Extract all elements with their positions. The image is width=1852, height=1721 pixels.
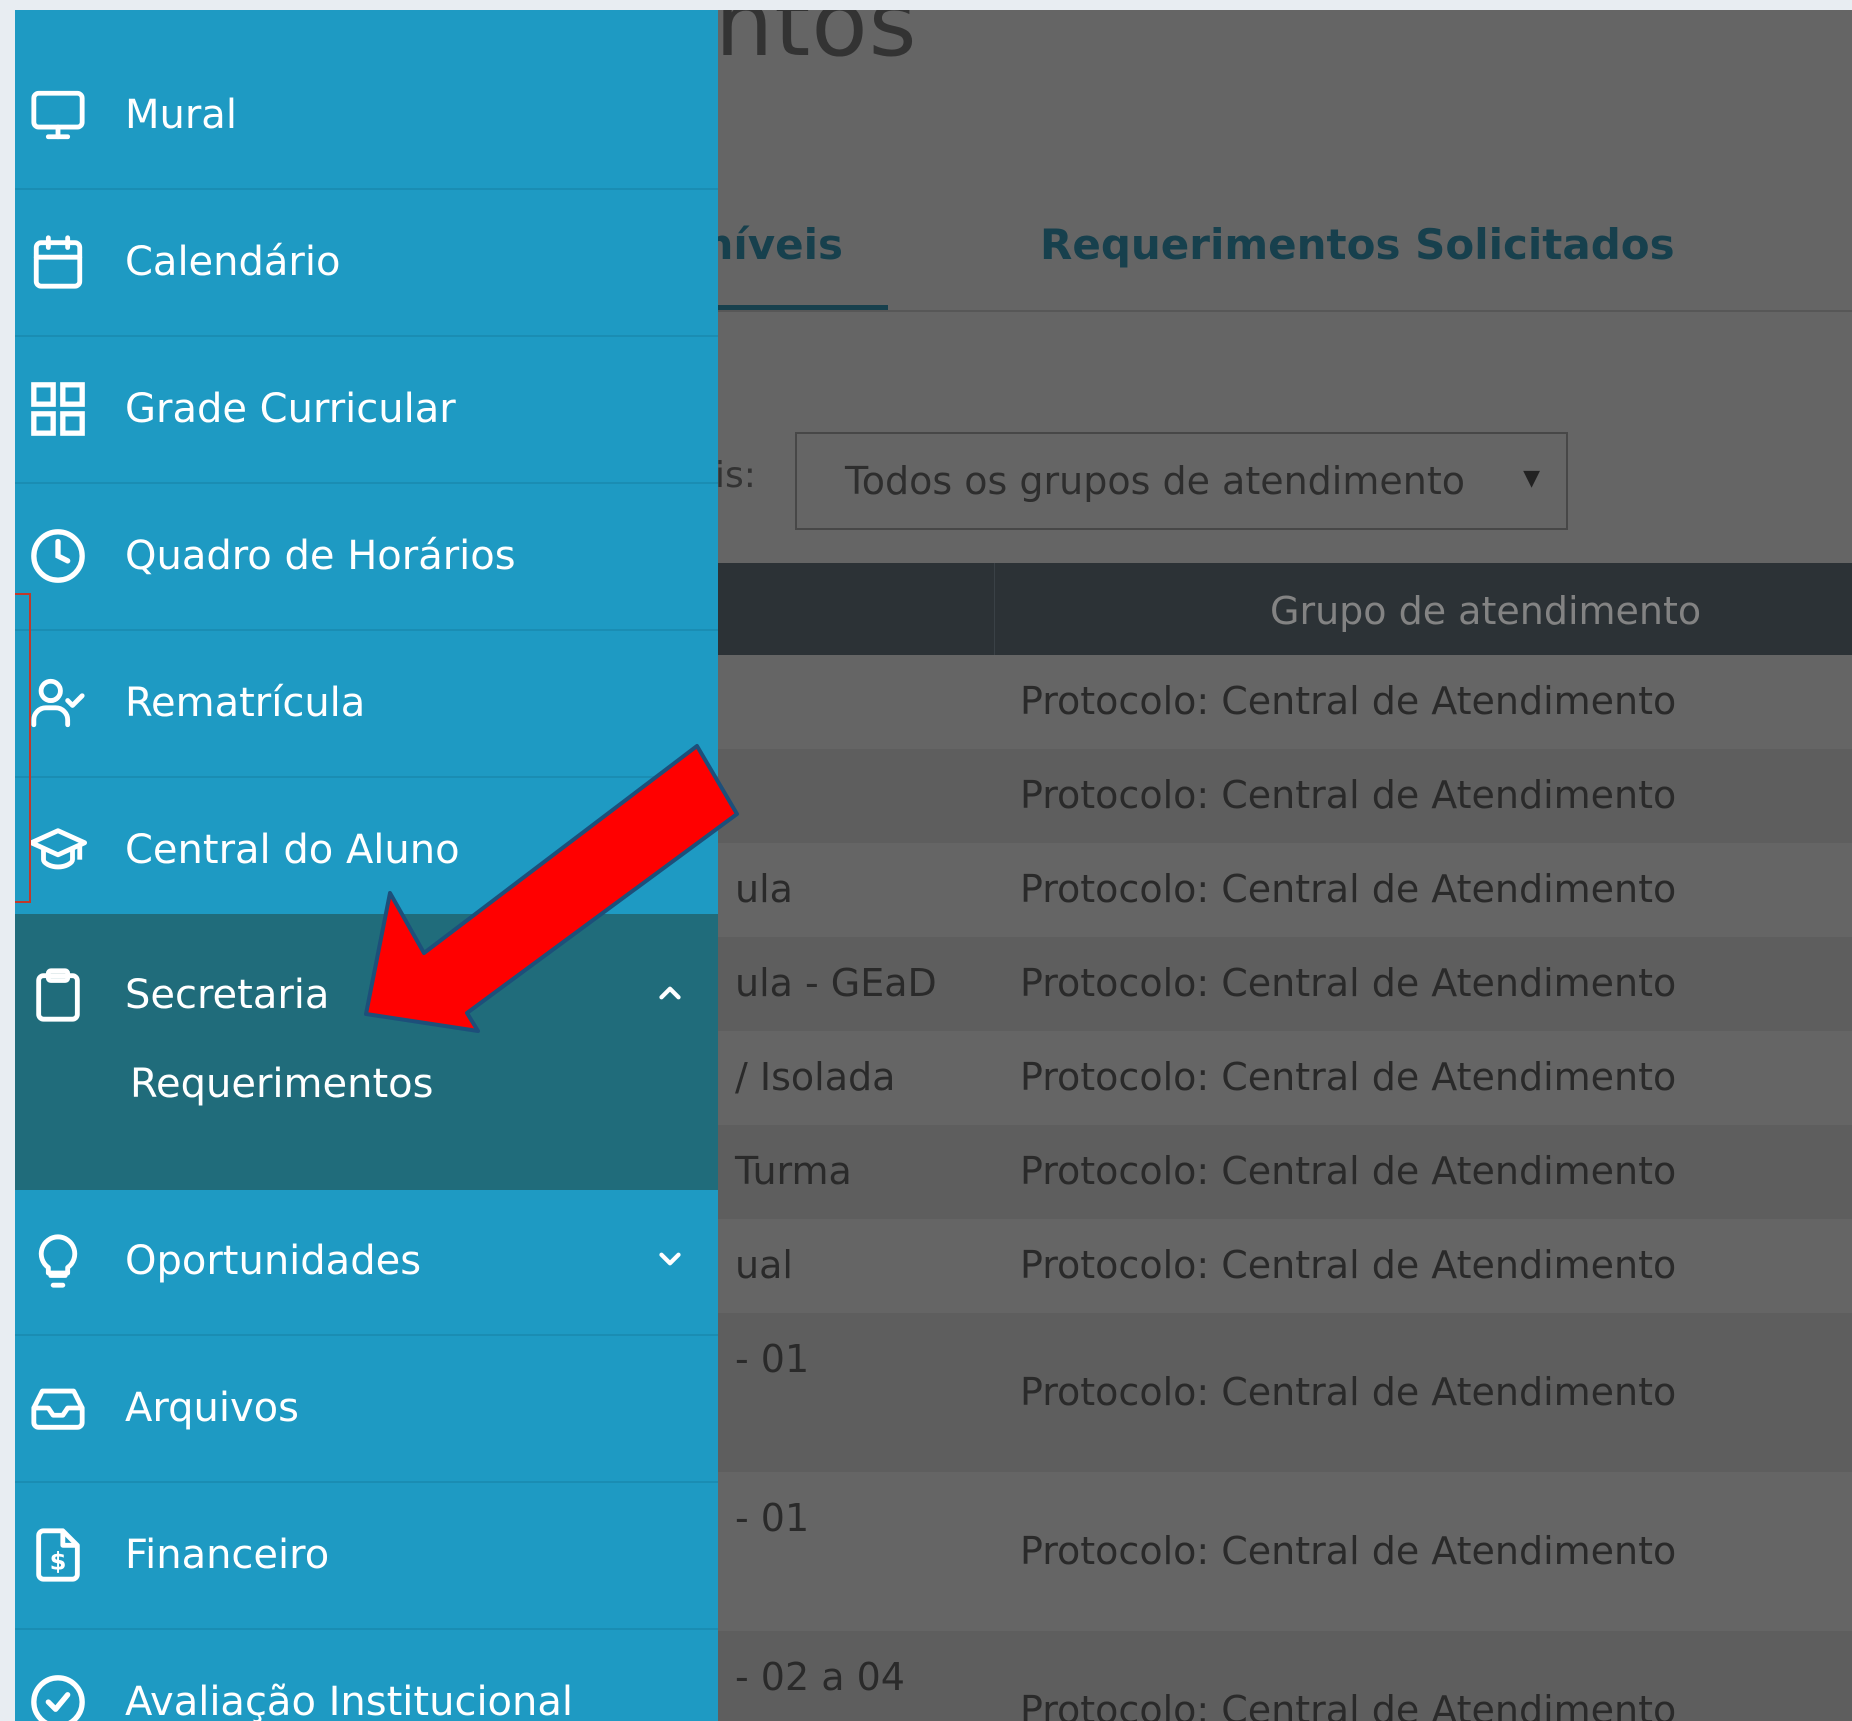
table-row[interactable]: ual Protocolo: Central de Atendimento bbox=[715, 1219, 1852, 1313]
sidebar-item-avaliacao-institucional[interactable]: Avaliação Institucional bbox=[15, 1631, 718, 1721]
annotation-bracket bbox=[15, 593, 31, 903]
inbox-icon bbox=[29, 1379, 87, 1437]
user-check-icon bbox=[29, 674, 87, 732]
lightbulb-icon bbox=[29, 1232, 87, 1290]
tabs-divider bbox=[710, 310, 1852, 312]
caret-down-icon: ▼ bbox=[1523, 466, 1540, 491]
table-row[interactable]: Protocolo: Central de Atendimento bbox=[715, 655, 1852, 749]
group-cell: Protocolo: Central de Atendimento bbox=[1020, 867, 1677, 911]
group-cell: Protocolo: Central de Atendimento bbox=[1020, 1243, 1677, 1287]
group-cell: Protocolo: Central de Atendimento bbox=[1020, 1370, 1677, 1414]
chevron-down-icon[interactable] bbox=[653, 1242, 687, 1276]
sidebar-item-label: Secretaria bbox=[125, 972, 330, 1018]
group-cell: Protocolo: Central de Atendimento bbox=[1020, 1149, 1677, 1193]
request-name-cell: - 01 bbox=[735, 1337, 810, 1381]
group-cell: Protocolo: Central de Atendimento bbox=[1020, 679, 1677, 723]
sidebar-item-financeiro[interactable]: $ Financeiro bbox=[15, 1484, 718, 1630]
request-name-cell: Turma bbox=[735, 1149, 852, 1193]
sidebar: Mural Calendário Grade Curricular Quadro… bbox=[15, 10, 718, 1721]
sidebar-item-mural[interactable]: Mural bbox=[15, 44, 718, 190]
request-name-cell: ula bbox=[735, 867, 793, 911]
table-row[interactable]: Protocolo: Central de Atendimento bbox=[715, 749, 1852, 843]
sidebar-item-rematricula[interactable]: Rematrícula bbox=[15, 632, 718, 778]
group-cell: Protocolo: Central de Atendimento bbox=[1020, 1688, 1677, 1721]
clipboard-icon bbox=[29, 966, 87, 1024]
clock-icon bbox=[29, 527, 87, 585]
sidebar-item-label: Rematrícula bbox=[125, 680, 366, 726]
table-row[interactable]: / Isolada Protocolo: Central de Atendime… bbox=[715, 1031, 1852, 1125]
table-header-cell bbox=[715, 563, 995, 655]
sidebar-item-label: Arquivos bbox=[125, 1385, 299, 1431]
group-select[interactable]: Todos os grupos de atendimento ▼ bbox=[795, 432, 1568, 530]
check-circle-icon bbox=[29, 1673, 87, 1721]
svg-text:$: $ bbox=[50, 1548, 67, 1576]
sidebar-item-label: Avaliação Institucional bbox=[125, 1679, 574, 1721]
sidebar-item-label: Grade Curricular bbox=[125, 386, 456, 432]
group-cell: Protocolo: Central de Atendimento bbox=[1020, 961, 1677, 1005]
group-select-value: Todos os grupos de atendimento bbox=[845, 459, 1465, 503]
app-frame: ntos níveis Requerimentos Solicitados is… bbox=[15, 10, 1852, 1721]
sidebar-item-label: Central do Aluno bbox=[125, 827, 460, 873]
request-name-cell: / Isolada bbox=[735, 1055, 896, 1099]
table-row[interactable]: ula Protocolo: Central de Atendimento bbox=[715, 843, 1852, 937]
group-filter-label: is: bbox=[715, 455, 756, 496]
request-name-cell: ual bbox=[735, 1243, 793, 1287]
sidebar-item-quadro-de-horarios[interactable]: Quadro de Horários bbox=[15, 485, 718, 631]
tab-requested-requests[interactable]: Requerimentos Solicitados bbox=[1040, 220, 1675, 269]
group-cell: Protocolo: Central de Atendimento bbox=[1020, 1055, 1677, 1099]
table-row[interactable]: - 01 Protocolo: Central de Atendimento bbox=[715, 1472, 1852, 1631]
sidebar-item-grade-curricular[interactable]: Grade Curricular bbox=[15, 338, 718, 484]
request-name-cell: ula - GEaD bbox=[735, 961, 937, 1005]
request-name-cell: - 02 a 04 bbox=[735, 1655, 905, 1699]
sidebar-item-label: Oportunidades bbox=[125, 1238, 422, 1284]
page-title: ntos bbox=[715, 10, 918, 77]
graduation-cap-icon bbox=[29, 821, 87, 879]
sidebar-subitem-requerimentos[interactable]: Requerimentos bbox=[130, 1061, 433, 1107]
table-row[interactable]: - 01 Protocolo: Central de Atendimento bbox=[715, 1313, 1852, 1472]
table-row[interactable]: Turma Protocolo: Central de Atendimento bbox=[715, 1125, 1852, 1219]
sidebar-item-secretaria[interactable]: Secretaria Requerimentos bbox=[15, 914, 718, 1190]
calendar-icon bbox=[29, 233, 87, 291]
sidebar-item-label: Quadro de Horários bbox=[125, 533, 516, 579]
table-row[interactable]: ula - GEaD Protocolo: Central de Atendim… bbox=[715, 937, 1852, 1031]
sidebar-item-calendario[interactable]: Calendário bbox=[15, 191, 718, 337]
request-name-cell: - 01 bbox=[735, 1496, 810, 1540]
monitor-icon bbox=[29, 86, 87, 144]
group-cell: Protocolo: Central de Atendimento bbox=[1020, 773, 1677, 817]
table-header: Grupo de atendimento bbox=[715, 563, 1852, 655]
chevron-up-icon[interactable] bbox=[653, 976, 687, 1010]
table-row[interactable]: - 02 a 04 Protocolo: Central de Atendime… bbox=[715, 1631, 1852, 1721]
group-cell: Protocolo: Central de Atendimento bbox=[1020, 1529, 1677, 1573]
sidebar-item-oportunidades[interactable]: Oportunidades bbox=[15, 1190, 718, 1336]
grid-icon bbox=[29, 380, 87, 438]
sidebar-item-central-do-aluno[interactable]: Central do Aluno bbox=[15, 779, 718, 925]
table-header-group: Grupo de atendimento bbox=[1270, 589, 1702, 633]
sidebar-item-label: Financeiro bbox=[125, 1532, 330, 1578]
sidebar-item-label: Mural bbox=[125, 92, 237, 138]
dollar-file-icon: $ bbox=[29, 1526, 87, 1584]
sidebar-item-label: Calendário bbox=[125, 239, 341, 285]
sidebar-item-arquivos[interactable]: Arquivos bbox=[15, 1337, 718, 1483]
